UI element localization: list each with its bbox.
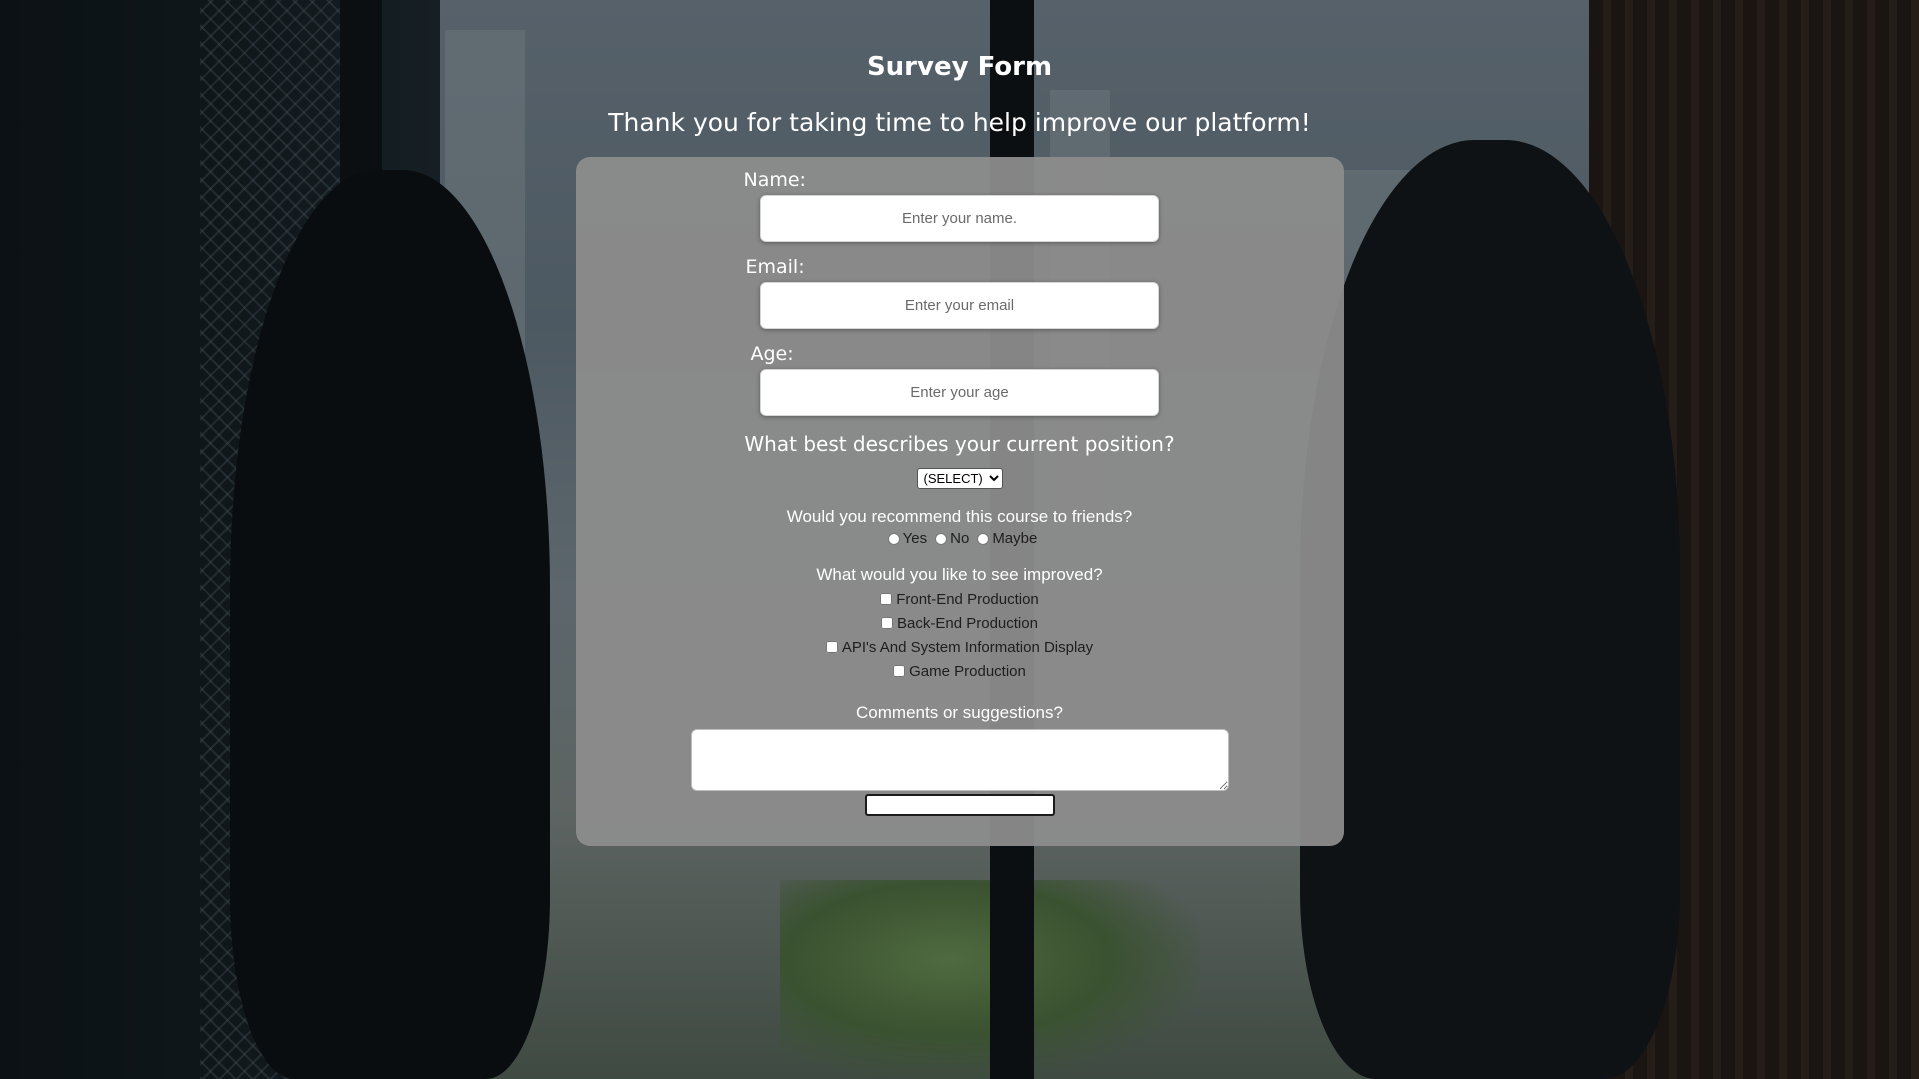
page-title: Survey Form [866,52,1053,82]
improve-option-label-wrap[interactable]: API's And System Information Display [825,638,1094,656]
improve-option-label: Game Production [909,662,1026,680]
improve-checkbox-back-end[interactable] [881,617,894,629]
recommend-option-yes[interactable]: Yes [882,530,927,547]
improve-option-label: Back-End Production [897,614,1038,632]
improve-option-label: API's And System Information Display [841,638,1094,656]
recommend-radio-yes[interactable] [887,532,900,545]
page-subtitle: Thank you for taking time to help improv… [608,108,1311,137]
improve-option-back-end[interactable]: Back-End Production [881,611,1038,635]
recommend-option-label: Maybe [992,530,1038,547]
recommend-options: Yes No Maybe [882,530,1037,547]
survey-form: Name: Email: Age: What best describes yo… [575,157,1344,846]
name-label: Name: [743,169,806,191]
recommend-question: Would you recommend this course to frien… [786,507,1133,526]
recommend-option-no[interactable]: No [929,530,969,547]
recommend-radio-maybe[interactable] [977,532,990,545]
improve-option-label-wrap[interactable]: Back-End Production [881,615,1038,632]
recommend-option-label: No [950,530,970,547]
improve-option-label: Front-End Production [896,590,1039,608]
improve-option-api[interactable]: API's And System Information Display [825,635,1094,659]
improve-option-label-wrap[interactable]: Front-End Production [880,591,1039,608]
improve-checkbox-game[interactable] [893,665,906,677]
improve-option-front-end[interactable]: Front-End Production [880,587,1039,611]
improve-option-game[interactable]: Game Production [893,659,1026,683]
recommend-option-label: Yes [902,530,928,547]
email-label: Email: [745,256,805,278]
improve-checkbox-front-end[interactable] [880,593,893,605]
improve-question: What would you like to see improved? [816,565,1103,584]
email-input[interactable] [760,282,1159,329]
age-input[interactable] [760,369,1159,416]
comments-question: Comments or suggestions? [856,703,1063,722]
position-select[interactable]: (SELECT) [916,468,1003,489]
name-input[interactable] [760,195,1159,242]
age-label: Age: [750,343,794,365]
comments-textarea[interactable] [690,729,1229,791]
recommend-radio-no[interactable] [935,532,948,545]
survey-page: Survey Form Thank you for taking time to… [0,0,1919,1079]
improve-checkbox-api[interactable] [825,641,838,653]
position-question: What best describes your current positio… [744,432,1175,456]
improve-option-label-wrap[interactable]: Game Production [893,663,1026,680]
recommend-option-maybe[interactable]: Maybe [971,530,1037,547]
submit-button[interactable]: submit [864,794,1055,816]
